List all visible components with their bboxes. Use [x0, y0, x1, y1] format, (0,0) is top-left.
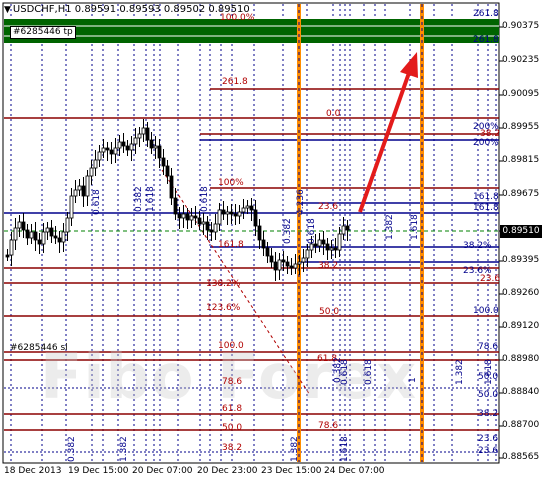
time-label: 23 Dec 15:00: [261, 466, 322, 476]
fib-label: 138.2%: [206, 279, 241, 289]
price-label: 0.89815: [502, 155, 540, 165]
fib-label: 100.0%: [220, 13, 255, 23]
fib-label: 38.2: [318, 261, 339, 271]
sl-label[interactable]: #6285446 sl: [10, 343, 68, 354]
fib-label: 161.8: [473, 203, 499, 213]
time-fib-label: 0.618: [92, 189, 102, 215]
price-label: 0.89395: [502, 255, 540, 265]
fib-label: 50.0: [222, 423, 243, 433]
time-fib-label: 1.382: [119, 436, 129, 462]
fib-label: 61.8: [222, 404, 243, 414]
time-fib-label: 0.382: [283, 218, 293, 244]
time-fib-label: 0.618: [200, 186, 210, 212]
fib-label: 23.6: [478, 434, 499, 444]
time-label: 24 Dec 07:00: [324, 466, 385, 476]
time-label: 20 Dec 23:00: [197, 466, 258, 476]
price-label: 0.89260: [502, 288, 540, 298]
time-fib-label: 4.236: [296, 189, 306, 215]
price-label: 0.90095: [502, 89, 540, 99]
price-label: 0.88565: [502, 452, 540, 462]
tp-label[interactable]: #6285446 tp: [10, 26, 76, 39]
price-label: 0.89120: [502, 321, 540, 331]
time-fib-label: 1: [408, 377, 418, 383]
fib-label: 50.0: [319, 307, 340, 317]
fib-label: 78.6: [222, 377, 243, 387]
price-label: 0.89675: [502, 189, 540, 199]
time-fib-label: 1.618: [410, 214, 420, 240]
chart-window[interactable]: Fibo Forex ▼ USDCHF,H1 0.89591 0.89593 0.…: [0, 0, 543, 483]
fib-label: 100.0: [473, 306, 499, 316]
fib-label: 23.6: [318, 202, 339, 212]
price-label: 0.89955: [502, 122, 540, 132]
time-fib-label: 1.382: [455, 359, 465, 385]
fib-label: 261.8: [473, 9, 499, 19]
time-label: 18 Dec 2013: [4, 466, 62, 476]
fib-label: 38.2: [222, 443, 243, 453]
time-label: 20 Dec 07:00: [132, 466, 193, 476]
fib-label: 78.6: [318, 421, 339, 431]
chart-menu-icon[interactable]: ▼: [4, 5, 11, 15]
fib-label: 38.2%: [463, 241, 492, 251]
time-fib-label: 0.382: [67, 436, 77, 462]
fib-label: 38.2: [478, 409, 499, 419]
fib-label: 23.6: [478, 446, 499, 456]
fib-label: 261.8: [222, 77, 248, 87]
fib-label: 50.0: [478, 390, 499, 400]
fib-label: 161.8: [473, 192, 499, 202]
time-fib-label: 0.618: [340, 359, 350, 385]
time-fib-label: 1.618: [146, 186, 156, 212]
price-label: 0.88980: [502, 354, 540, 364]
time-fib-label: 0.382: [134, 186, 144, 212]
price-label: 0.90375: [502, 21, 540, 31]
price-label: 0.90235: [502, 55, 540, 65]
fib-label: 100%: [218, 178, 244, 188]
time-label: 19 Dec 15:00: [68, 466, 129, 476]
current-price-label: 0.89510: [500, 225, 542, 238]
symbol-header: ▼ USDCHF,H1 0.89591 0.89593 0.89502 0.895…: [4, 4, 250, 15]
time-fib-label: 0.618: [307, 218, 317, 244]
time-fib-label: 1.382: [385, 214, 395, 240]
fib-label: 123.6%: [206, 303, 241, 313]
fib-label: 161.8: [218, 240, 244, 250]
time-fib-label: 1.382: [290, 436, 300, 462]
fib-label: 100.0: [218, 341, 244, 351]
time-fib-label: 1.618: [340, 436, 350, 462]
symbol-info: USDCHF,H1 0.89591 0.89593 0.89502 0.8951…: [12, 4, 250, 15]
fib-label: 78.6: [478, 342, 499, 352]
time-fib-label: 0.618: [364, 359, 374, 385]
time-fib-label: 1.618: [484, 359, 494, 385]
fib-label: 0.0: [326, 109, 341, 119]
price-label: 0.88840: [502, 387, 540, 397]
price-label: 0.88700: [502, 420, 540, 430]
fib-label: 261.8: [473, 35, 499, 45]
fib-label: 200%: [473, 138, 499, 148]
fib-label: 23.6: [480, 274, 501, 284]
